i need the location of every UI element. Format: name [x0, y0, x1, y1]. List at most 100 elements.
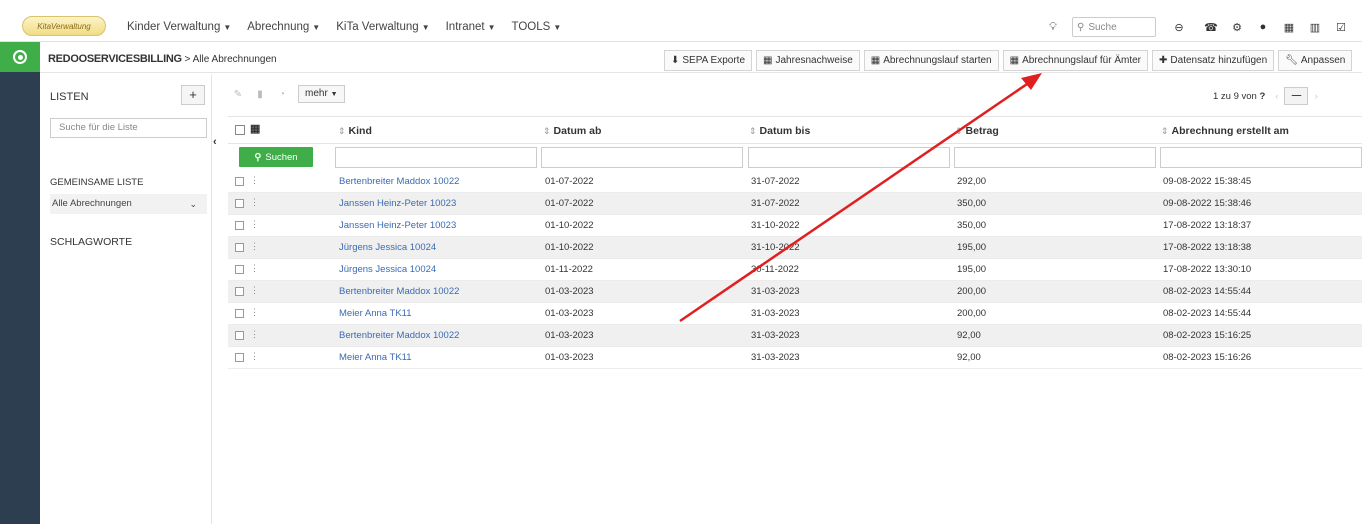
checkbox-icon[interactable]: ☑ — [1332, 21, 1350, 34]
cell-datum-bis: 31-07-2022 — [751, 198, 800, 209]
main-content: ✎ ▮ ◔ mehr ▼ 1 zu 9 von ? ‹ — › ▦ ⇕ Kind … — [228, 74, 1362, 524]
row-checkbox[interactable] — [235, 287, 244, 296]
caret-down-icon: ▼ — [312, 23, 321, 32]
row-checkbox[interactable] — [235, 309, 244, 318]
row-menu-icon[interactable]: ⋮ — [250, 329, 259, 340]
lightbulb-icon[interactable]: 💡︎ — [1044, 21, 1062, 34]
customize-button[interactable]: 🔧︎ Anpassen — [1278, 50, 1353, 71]
columns-grid-icon[interactable]: ▦ — [250, 122, 260, 135]
calendar-icon: ▦ — [763, 55, 773, 66]
column-betrag[interactable]: ⇕ Betrag — [955, 125, 999, 137]
menu-intranet[interactable]: Intranet ▼ — [446, 21, 496, 33]
prev-page-icon[interactable]: ‹ — [1275, 91, 1278, 102]
phone-icon[interactable]: ☎ — [1202, 21, 1220, 34]
calendar-icon[interactable]: ▦ — [1280, 21, 1298, 34]
table-row[interactable]: ⋮ Janssen Heinz-Peter 10023 01-10-2022 31-1… — [228, 215, 1362, 237]
column-datum-bis[interactable]: ⇕ Datum bis — [749, 125, 810, 137]
table-row[interactable]: ⋮ Bertenbreiter Maddox 10022 01-03-2023 31-… — [228, 281, 1362, 303]
row-checkbox[interactable] — [235, 243, 244, 252]
table-row[interactable]: ⋮ Meier Anna TK11 01-03-2023 31-03-2023 92,0… — [228, 347, 1362, 369]
row-checkbox[interactable] — [235, 177, 244, 186]
column-kind[interactable]: ⇕ Kind — [338, 125, 372, 137]
cell-datum-bis: 31-03-2023 — [751, 308, 800, 319]
select-all-checkbox[interactable] — [235, 125, 245, 135]
row-menu-icon[interactable]: ⋮ — [250, 219, 259, 230]
caret-down-icon: ▼ — [553, 23, 562, 32]
app-logo[interactable]: KitaVerwaltung — [22, 16, 106, 36]
menu-abrechnung[interactable]: Abrechnung ▼ — [247, 21, 320, 33]
help-icon[interactable]: ● — [1254, 21, 1272, 33]
row-menu-icon[interactable]: ⋮ — [250, 263, 259, 274]
more-actions-dropdown[interactable]: mehr ▼ — [298, 85, 345, 103]
jahresnachweise-button[interactable]: ▦ Jahresnachweise — [756, 50, 860, 71]
cell-datum-ab: 01-03-2023 — [545, 308, 594, 319]
module-home-icon[interactable] — [0, 42, 40, 72]
row-menu-icon[interactable]: ⋮ — [250, 197, 259, 208]
menu-kita-verwaltung[interactable]: KiTa Verwaltung ▼ — [336, 21, 429, 33]
cell-datum-bis: 31-10-2022 — [751, 220, 800, 231]
cell-kind[interactable]: Meier Anna TK11 — [339, 308, 412, 319]
row-checkbox[interactable] — [235, 265, 244, 274]
row-checkbox[interactable] — [235, 221, 244, 230]
add-list-button[interactable]: + — [181, 85, 205, 105]
breadcrumb-module[interactable]: REDOOSERVICESBILLING — [48, 53, 182, 65]
table-row[interactable]: ⋮ Meier Anna TK11 01-03-2023 31-03-2023 200,… — [228, 303, 1362, 325]
main-menu: Kinder Verwaltung ▼ Abrechnung ▼ KiTa Verw… — [127, 12, 577, 42]
search-placeholder: Suche — [1088, 21, 1117, 33]
search-icon: ⚲ — [1077, 21, 1085, 33]
cell-kind[interactable]: Bertenbreiter Maddox 10022 — [339, 286, 459, 297]
filter-datum-bis-input[interactable] — [748, 147, 950, 168]
sort-icon: ⇕ — [1161, 126, 1169, 136]
page-size-button[interactable]: — — [1284, 87, 1309, 105]
cell-kind[interactable]: Janssen Heinz-Peter 10023 — [339, 220, 456, 231]
row-checkbox[interactable] — [235, 331, 244, 340]
gear-icon[interactable]: ⚙ — [1228, 21, 1246, 34]
table-row[interactable]: ⋮ Jürgens Jessica 10024 01-11-2022 30-11-20… — [228, 259, 1362, 281]
cell-kind[interactable]: Jürgens Jessica 10024 — [339, 242, 436, 253]
add-record-button[interactable]: ✚ Datensatz hinzufügen — [1152, 50, 1275, 71]
column-abrechnung-erstellt[interactable]: ⇕ Abrechnung erstellt am — [1161, 125, 1289, 137]
cell-kind[interactable]: Meier Anna TK11 — [339, 352, 412, 363]
filter-datum-ab-input[interactable] — [541, 147, 743, 168]
row-menu-icon[interactable]: ⋮ — [250, 241, 259, 252]
delete-icon[interactable]: ▮ — [250, 89, 270, 100]
chart-icon[interactable]: ▥ — [1306, 21, 1324, 34]
filter-erstellt-input[interactable] — [1160, 147, 1362, 168]
cell-kind[interactable]: Bertenbreiter Maddox 10022 — [339, 330, 459, 341]
comment-icon[interactable]: ◔ — [272, 89, 292, 100]
global-search-input[interactable]: ⚲ Suche — [1072, 17, 1156, 37]
cell-kind[interactable]: Janssen Heinz-Peter 10023 — [339, 198, 456, 209]
next-page-icon[interactable]: › — [1314, 91, 1317, 102]
row-checkbox[interactable] — [235, 199, 244, 208]
cell-erstellt: 08-02-2023 15:16:25 — [1163, 330, 1252, 341]
table-row[interactable]: ⋮ Bertenbreiter Maddox 10022 01-03-2023 31-… — [228, 325, 1362, 347]
sort-icon: ⇕ — [749, 126, 757, 136]
menu-tools[interactable]: TOOLS ▼ — [512, 21, 562, 33]
cell-kind[interactable]: Bertenbreiter Maddox 10022 — [339, 176, 459, 187]
shared-list-select[interactable]: Alle Abrechnungen ⌄ — [50, 194, 207, 214]
refresh-icon[interactable]: ⊖ — [1170, 21, 1188, 34]
edit-icon[interactable]: ✎ — [228, 89, 248, 100]
cell-kind[interactable]: Jürgens Jessica 10024 — [339, 264, 436, 275]
pager-total[interactable]: ? — [1259, 91, 1265, 102]
list-search-input[interactable]: Suche für die Liste — [50, 118, 207, 138]
table-row[interactable]: ⋮ Jürgens Jessica 10024 01-10-2022 31-10-20… — [228, 237, 1362, 259]
filter-betrag-input[interactable] — [954, 147, 1156, 168]
menu-kinder-verwaltung[interactable]: Kinder Verwaltung ▼ — [127, 21, 231, 33]
table-row[interactable]: ⋮ Bertenbreiter Maddox 10022 01-07-2022 31-… — [228, 171, 1362, 193]
column-datum-ab[interactable]: ⇕ Datum ab — [543, 125, 601, 137]
table-row[interactable]: ⋮ Janssen Heinz-Peter 10023 01-07-2022 31-0… — [228, 193, 1362, 215]
filter-kind-input[interactable] — [335, 147, 537, 168]
row-checkbox[interactable] — [235, 353, 244, 362]
abrechnungslauf-aemter-button[interactable]: ▦ Abrechnungslauf für Ämter — [1002, 50, 1149, 71]
row-menu-icon[interactable]: ⋮ — [250, 285, 259, 296]
sepa-export-button[interactable]: ⬇ SEPA Exporte — [664, 50, 753, 71]
abrechnungslauf-starten-button[interactable]: ▦ Abrechnungslauf starten — [863, 50, 999, 71]
search-button[interactable]: ⚲ Suchen — [239, 147, 313, 167]
row-menu-icon[interactable]: ⋮ — [250, 351, 259, 362]
row-menu-icon[interactable]: ⋮ — [250, 175, 259, 186]
sort-icon: ⇕ — [543, 126, 551, 136]
cell-datum-ab: 01-03-2023 — [545, 352, 594, 363]
collapse-panel-icon[interactable]: ‹ — [213, 136, 217, 148]
row-menu-icon[interactable]: ⋮ — [250, 307, 259, 318]
